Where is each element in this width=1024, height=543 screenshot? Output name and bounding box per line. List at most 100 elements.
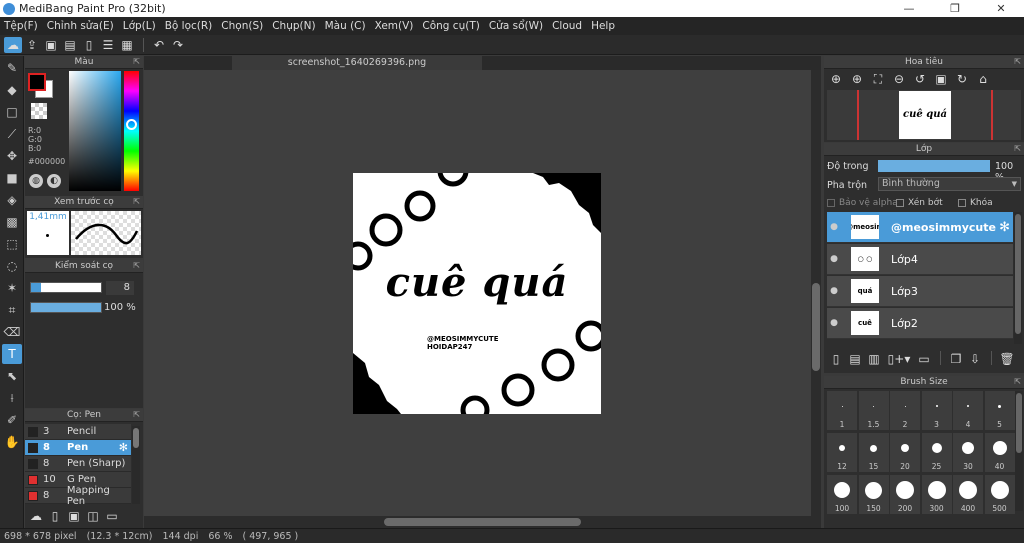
select-rect-tool-icon[interactable]: ⬚ bbox=[2, 234, 22, 254]
brush-tool-icon[interactable]: ✎ bbox=[2, 58, 22, 78]
canvas-vertical-scrollbar[interactable] bbox=[811, 70, 821, 516]
scroll-thumb[interactable] bbox=[812, 283, 820, 371]
close-button[interactable]: ✕ bbox=[978, 0, 1024, 17]
brush-size-4[interactable]: 4 bbox=[953, 391, 983, 430]
brush-size-500[interactable]: 500 bbox=[984, 475, 1015, 514]
gradient-tool-icon[interactable]: ▩ bbox=[2, 212, 22, 232]
gear-icon[interactable]: ✻ bbox=[119, 441, 128, 454]
brush-size-30[interactable]: 30 bbox=[953, 433, 983, 472]
grid-icon[interactable]: ▦ bbox=[118, 37, 136, 53]
fullscreen-icon[interactable]: ▣ bbox=[932, 71, 950, 87]
menu-tools[interactable]: Công cụ(T) bbox=[422, 20, 479, 32]
list-icon[interactable]: ☰ bbox=[99, 37, 117, 53]
navigator-preview[interactable]: cuê quá bbox=[827, 90, 1021, 140]
folder-icon[interactable]: ▭ bbox=[103, 508, 121, 524]
bucket-tool-icon[interactable]: ◈ bbox=[2, 190, 22, 210]
undo-icon[interactable]: ↶ bbox=[150, 37, 168, 53]
menu-layer[interactable]: Lớp(L) bbox=[123, 20, 156, 32]
visibility-icon[interactable]: ● bbox=[827, 318, 841, 328]
visibility-icon[interactable]: ● bbox=[827, 286, 841, 296]
menu-color[interactable]: Màu (C) bbox=[325, 20, 366, 32]
lock-checkbox[interactable]: Khóa bbox=[958, 198, 993, 208]
comment-icon[interactable]: ▤ bbox=[61, 37, 79, 53]
brush-opacity-slider[interactable] bbox=[30, 302, 102, 313]
layer-row-lop4[interactable]: ● ○ ○ Lớp4 bbox=[827, 244, 1013, 275]
scroll-thumb[interactable] bbox=[1016, 393, 1022, 453]
pin-icon[interactable]: ⇱ bbox=[1014, 57, 1021, 66]
magic-wand-tool-icon[interactable]: ✶ bbox=[2, 278, 22, 298]
saturation-brightness-picker[interactable] bbox=[69, 71, 121, 191]
pin-icon[interactable]: ⇱ bbox=[133, 197, 140, 206]
menu-help[interactable]: Help bbox=[591, 20, 615, 32]
palette-settings-icon[interactable]: ◐ bbox=[47, 174, 61, 188]
pin-icon[interactable]: ⇱ bbox=[133, 261, 140, 270]
fill-rect-tool-icon[interactable]: ■ bbox=[2, 168, 22, 188]
clipping-checkbox[interactable]: Xén bớt bbox=[896, 198, 943, 208]
brush-size-1.5[interactable]: 1.5 bbox=[858, 391, 889, 430]
fit-icon[interactable]: ⛶ bbox=[869, 71, 887, 87]
duplicate-layer-icon[interactable]: ❐ bbox=[947, 351, 965, 367]
brush-size-12[interactable]: 12 bbox=[827, 433, 857, 472]
dot-tool-icon[interactable]: ⟋ bbox=[2, 124, 22, 144]
brush-size-15[interactable]: 15 bbox=[858, 433, 889, 472]
delete-layer-icon[interactable]: 🗑 bbox=[998, 351, 1016, 367]
pen-tool-icon[interactable]: ✐ bbox=[2, 410, 22, 430]
new-8bit-layer-icon[interactable]: ▥ bbox=[865, 351, 883, 367]
cloud-brush-icon[interactable]: ☁ bbox=[27, 508, 45, 524]
brush-size-2[interactable]: 2 bbox=[890, 391, 920, 430]
text-tool-icon[interactable]: T bbox=[2, 344, 22, 364]
page-icon[interactable]: ▯ bbox=[80, 37, 98, 53]
brush-size-scrollbar[interactable] bbox=[1015, 391, 1023, 511]
brush-size-value[interactable]: 8 bbox=[106, 281, 134, 295]
pin-icon[interactable]: ⇱ bbox=[133, 410, 140, 419]
pin-icon[interactable]: ⇱ bbox=[133, 57, 140, 66]
menu-window[interactable]: Cửa sổ(W) bbox=[489, 20, 543, 32]
layer-row-lop2[interactable]: ● cuê Lớp2 bbox=[827, 308, 1013, 339]
gear-icon[interactable]: ✻ bbox=[999, 220, 1010, 235]
visibility-icon[interactable]: ● bbox=[827, 222, 841, 232]
hand-tool-icon[interactable]: ✋ bbox=[2, 432, 22, 452]
select-eraser-tool-icon[interactable]: ⌫ bbox=[2, 322, 22, 342]
maximize-button[interactable]: ❐ bbox=[932, 0, 978, 17]
primary-color-front[interactable] bbox=[28, 73, 46, 91]
new-layer-icon[interactable]: ▯ bbox=[827, 351, 845, 367]
brush-settings-icon[interactable]: ◫ bbox=[84, 508, 102, 524]
canvas-horizontal-scrollbar[interactable] bbox=[144, 516, 821, 528]
canvas-area[interactable]: screenshot_1640269396.png cuê quá @MEOSI… bbox=[144, 56, 821, 528]
brush-size-200[interactable]: 200 bbox=[890, 475, 920, 514]
brush-size-300[interactable]: 300 bbox=[921, 475, 952, 514]
zoom-in-icon[interactable]: ⊕ bbox=[827, 71, 845, 87]
brush-item-mapping-pen[interactable]: 8 Mapping Pen bbox=[25, 485, 131, 507]
zoom-in-alt-icon[interactable]: ⊕ bbox=[848, 71, 866, 87]
pin-icon[interactable]: ⇱ bbox=[1014, 377, 1021, 386]
menu-cloud[interactable]: Cloud bbox=[552, 20, 582, 32]
menu-view[interactable]: Xem(V) bbox=[375, 20, 414, 32]
layer-opacity-slider[interactable] bbox=[878, 160, 990, 172]
rotate-right-icon[interactable]: ↻ bbox=[953, 71, 971, 87]
brush-item-pen-sharp[interactable]: 8 Pen (Sharp) bbox=[25, 456, 131, 472]
layer-row-lop3[interactable]: ● quá Lớp3 bbox=[827, 276, 1013, 307]
scroll-thumb[interactable] bbox=[1015, 214, 1021, 334]
move-tool-icon[interactable]: ✥ bbox=[2, 146, 22, 166]
protect-alpha-checkbox[interactable]: Bảo vệ alpha bbox=[827, 198, 898, 208]
new-brush-icon[interactable]: ▯ bbox=[46, 508, 64, 524]
merge-layer-icon[interactable]: ⇩ bbox=[966, 351, 984, 367]
brush-size-400[interactable]: 400 bbox=[953, 475, 983, 514]
select-pen-tool-icon[interactable]: ⌗ bbox=[2, 300, 22, 320]
brush-size-150[interactable]: 150 bbox=[858, 475, 889, 514]
brush-size-1[interactable]: 1 bbox=[827, 391, 857, 430]
operation-tool-icon[interactable]: ⬉ bbox=[2, 366, 22, 386]
lasso-tool-icon[interactable]: ◌ bbox=[2, 256, 22, 276]
brush-list-scrollbar[interactable] bbox=[132, 426, 140, 504]
menu-select[interactable]: Chọn(S) bbox=[221, 20, 263, 32]
reset-icon[interactable]: ⌂ bbox=[974, 71, 992, 87]
share-icon[interactable]: ⇪ bbox=[23, 37, 41, 53]
redo-icon[interactable]: ↷ bbox=[169, 37, 187, 53]
brush-size-slider[interactable] bbox=[30, 282, 102, 293]
new-halftone-layer-icon[interactable]: ▤ bbox=[846, 351, 864, 367]
layer-list-scrollbar[interactable] bbox=[1014, 212, 1022, 344]
layer-row-meosimmycute[interactable]: ● @meosim @meosimmycute ✻ bbox=[827, 212, 1013, 243]
brush-size-20[interactable]: 20 bbox=[890, 433, 920, 472]
palette-icon[interactable]: ◍ bbox=[29, 174, 43, 188]
eyedropper-tool-icon[interactable]: ⟊ bbox=[2, 388, 22, 408]
